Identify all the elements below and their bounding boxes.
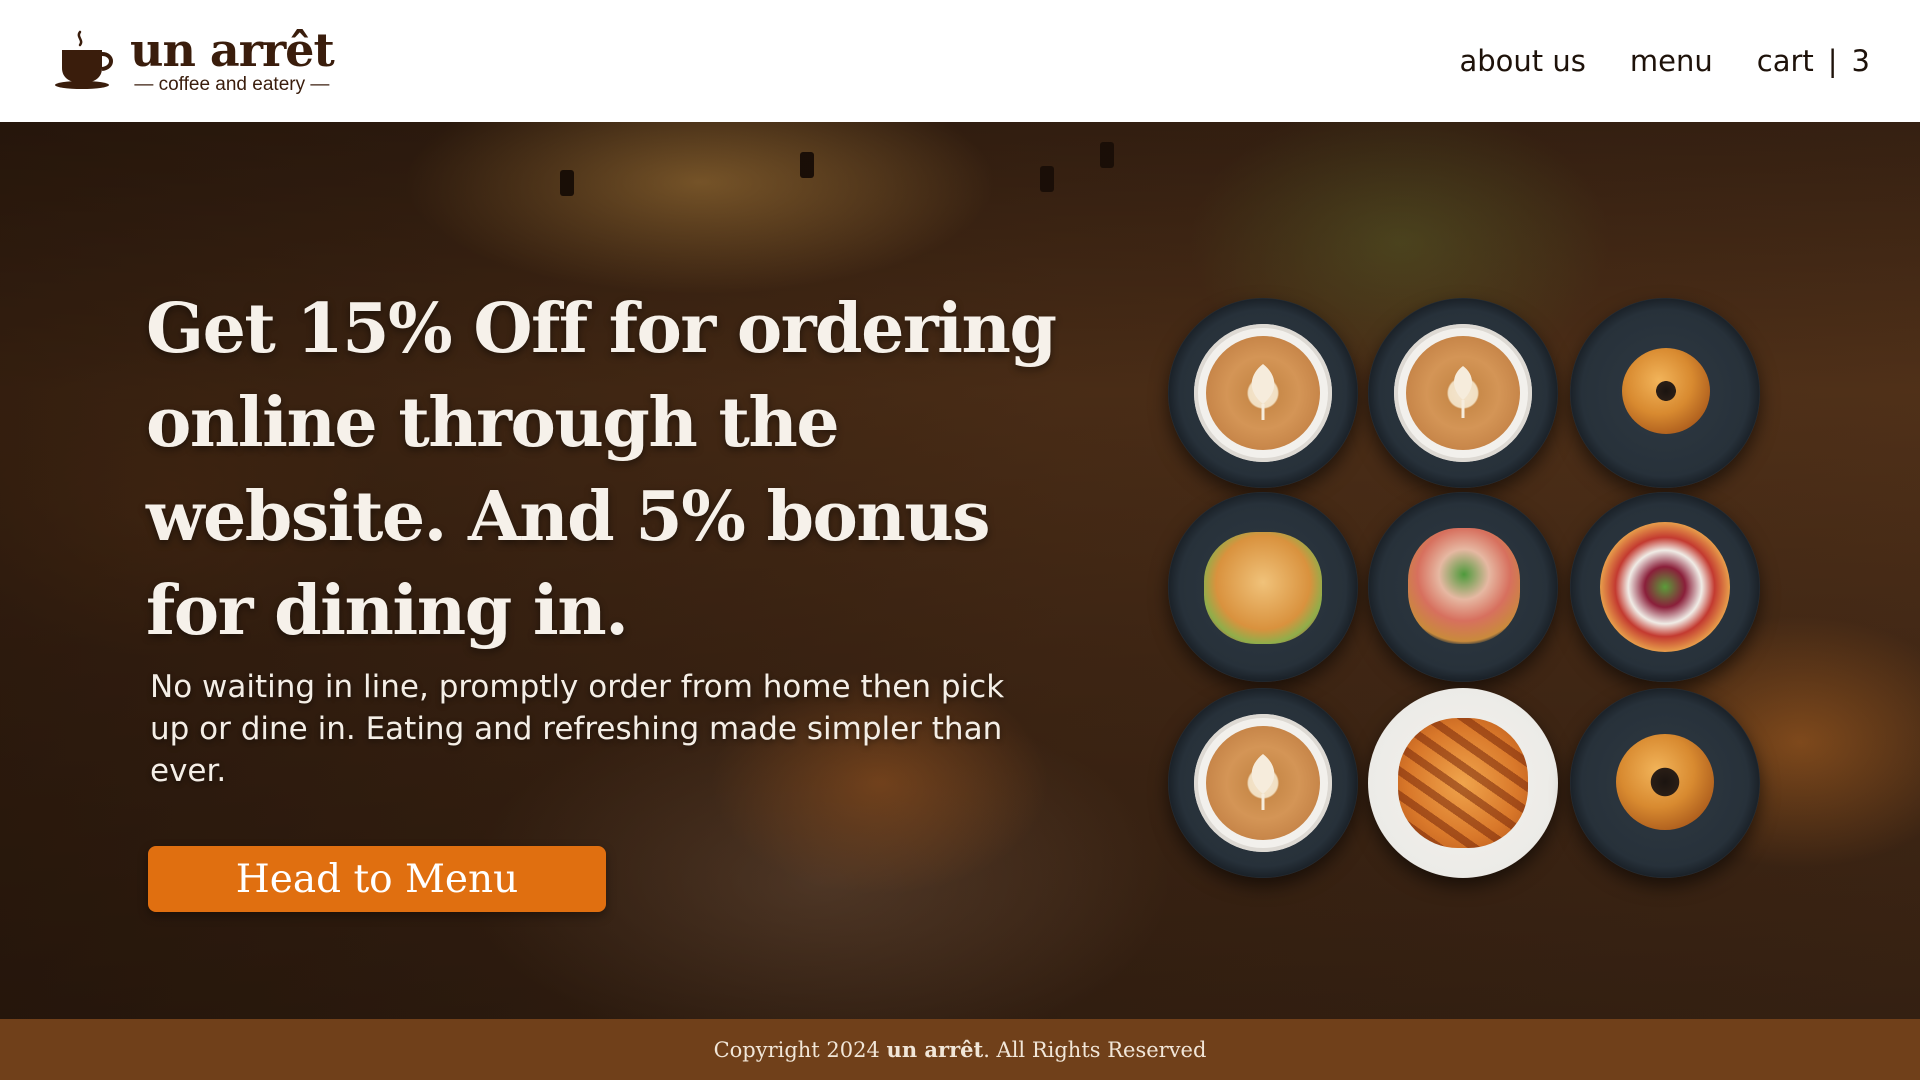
head-to-menu-button[interactable]: Head to Menu [148, 846, 606, 912]
pastry-plate [1368, 688, 1558, 878]
brand-tagline: — coffee and eatery — [134, 74, 330, 95]
cart-separator: | [1827, 44, 1838, 78]
copyright-prefix: Copyright 2024 [713, 1038, 887, 1062]
bagel-plate [1570, 298, 1760, 488]
brand-logo[interactable]: un arrêt — coffee and eatery — [52, 23, 335, 95]
site-footer: Copyright 2024 un arrêt. All Rights Rese… [0, 1019, 1920, 1080]
promo-headline: Get 15% Off for ordering online through … [146, 289, 1057, 651]
latte-plate [1168, 298, 1358, 488]
salad-plate [1368, 492, 1558, 682]
promo-subtext: No waiting in line, promptly order from … [150, 669, 1005, 789]
latte-art-icon [1251, 364, 1275, 420]
latte-art-icon [1251, 754, 1275, 810]
brand-name: un arrêt [130, 23, 335, 77]
cart-label: cart [1756, 44, 1814, 78]
hero-section: Get 15% Off for ordering online through … [0, 122, 1920, 1019]
latte-plate [1168, 688, 1358, 878]
cart-link[interactable]: cart | 3 [1757, 44, 1870, 78]
nav-menu[interactable]: menu [1630, 44, 1713, 78]
latte-art-icon [1453, 366, 1473, 418]
food-photo-grid [1168, 298, 1764, 882]
sesame-bun-plate [1570, 688, 1760, 878]
latte-plate [1368, 298, 1558, 488]
copyright-suffix: . All Rights Reserved [983, 1038, 1207, 1062]
site-header: un arrêt — coffee and eatery — about us … [0, 0, 1920, 122]
tart-plate [1570, 492, 1760, 682]
nav-about-us[interactable]: about us [1460, 44, 1586, 78]
coffee-cup-icon [52, 28, 118, 95]
copyright-text: Copyright 2024 un arrêt. All Rights Rese… [714, 1037, 1207, 1062]
main-nav: about us menu cart | 3 [1460, 44, 1871, 78]
sandwich-plate [1168, 492, 1358, 682]
cart-count: 3 [1851, 44, 1870, 78]
copyright-brand: un arrêt [886, 1037, 984, 1062]
